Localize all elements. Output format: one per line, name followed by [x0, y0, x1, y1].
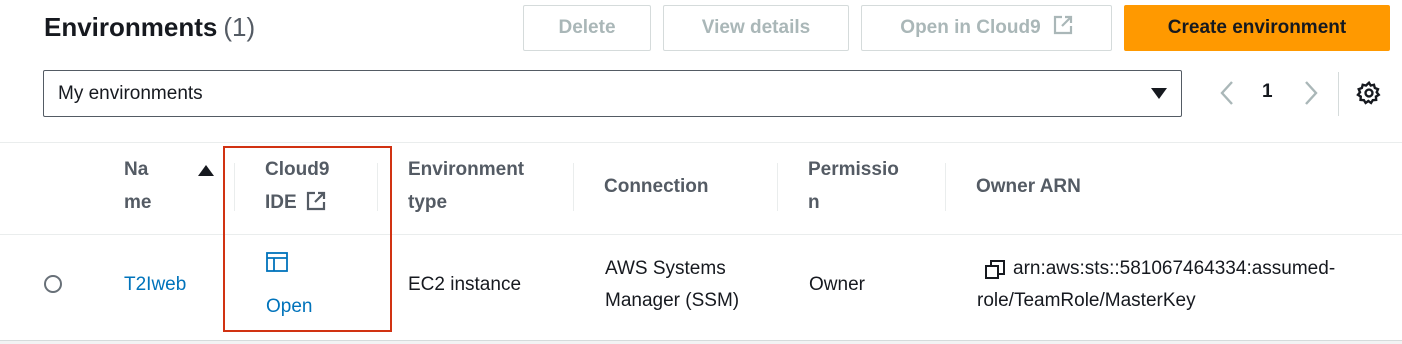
- create-environment-button[interactable]: Create environment: [1124, 5, 1390, 51]
- column-header-connection: Connection: [604, 176, 709, 197]
- environment-count: (1): [223, 12, 256, 42]
- preferences-button[interactable]: [1356, 80, 1382, 111]
- gear-icon: [1356, 80, 1381, 105]
- sort-ascending-icon[interactable]: [198, 165, 214, 176]
- page-number[interactable]: 1: [1262, 81, 1273, 103]
- column-header-permission: Permission: [808, 159, 899, 213]
- ide-window-icon[interactable]: [266, 252, 288, 277]
- permission-cell: Owner: [809, 274, 865, 295]
- chevron-left-icon: [1220, 81, 1233, 105]
- divider: [1338, 72, 1339, 116]
- column-divider: [377, 163, 378, 211]
- caret-down-icon: [1151, 88, 1167, 99]
- chevron-right-icon: [1305, 81, 1318, 105]
- view-details-button-label: View details: [701, 17, 811, 38]
- column-header-environment-type: Environment type: [408, 159, 525, 213]
- owner-arn-line1: arn:aws:sts::581067464334:assumed-: [1013, 258, 1336, 279]
- open-in-cloud9-button[interactable]: Open in Cloud9: [861, 5, 1112, 51]
- environments-panel: Environments (1) Delete View details Open…: [0, 0, 1402, 341]
- open-in-cloud9-button-label: Open in Cloud9: [900, 17, 1041, 38]
- column-header-owner-arn: Owner ARN: [976, 176, 1081, 197]
- delete-button-label: Delete: [558, 17, 616, 38]
- title-text: Environments: [44, 12, 218, 42]
- next-page-button[interactable]: [1302, 80, 1320, 111]
- column-header-cloud9-ide: Cloud9 IDE: [265, 153, 340, 219]
- copy-icon[interactable]: [984, 259, 1006, 286]
- external-link-icon: [1053, 15, 1073, 41]
- environment-name-link[interactable]: T2Iweb: [124, 268, 186, 301]
- previous-page-button[interactable]: [1218, 80, 1236, 111]
- row-select-radio[interactable]: [44, 275, 62, 293]
- owner-arn-line2: role/TeamRole/MasterKey: [977, 290, 1196, 311]
- environment-filter-select[interactable]: My environments: [43, 70, 1182, 117]
- filter-selected-value: My environments: [58, 82, 203, 104]
- external-link-icon: [306, 191, 326, 211]
- delete-button[interactable]: Delete: [523, 5, 651, 51]
- column-divider: [777, 163, 778, 211]
- connection-cell-line2: Manager (SSM): [605, 290, 740, 311]
- table-top-border: [0, 142, 1402, 143]
- view-details-button[interactable]: View details: [663, 5, 849, 51]
- open-ide-link[interactable]: Open: [266, 290, 312, 323]
- column-divider: [945, 163, 946, 211]
- column-header-name[interactable]: Name: [124, 153, 154, 219]
- create-environment-button-label: Create environment: [1167, 17, 1347, 38]
- page-title: Environments (1): [44, 12, 255, 43]
- environment-type-cell: EC2 instance: [408, 274, 522, 295]
- column-divider: [573, 163, 574, 211]
- column-divider: [234, 163, 235, 211]
- connection-cell-line1: AWS Systems: [605, 258, 726, 279]
- header-row-border: [0, 234, 1402, 235]
